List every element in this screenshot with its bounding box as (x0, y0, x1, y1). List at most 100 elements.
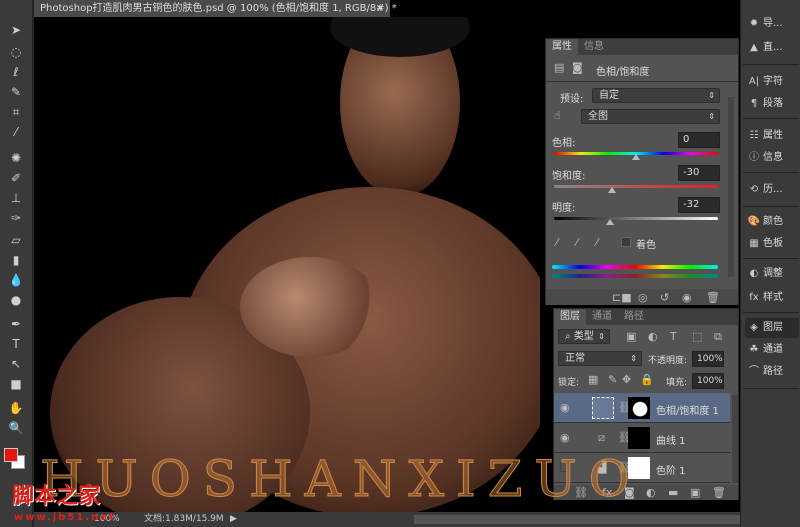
visibility-icon[interactable]: ◉ (682, 291, 692, 304)
colorize-checkbox[interactable] (621, 237, 631, 247)
filter-smart-object-icon[interactable]: ⧉ (714, 330, 722, 344)
layer-row[interactable]: ◉ ⛓ 色相/饱和度 1 (554, 393, 730, 423)
photo-muscle-man (40, 17, 540, 512)
histogram-icon: ▲ (745, 38, 763, 58)
delete-layer-icon[interactable]: 🗑 (712, 486, 726, 499)
eyedropper-subtract-icon[interactable]: ⁄ (596, 236, 598, 249)
eyedropper-tool-icon[interactable]: ⁄ (8, 124, 24, 140)
blur-tool-icon[interactable]: 💧 (8, 272, 24, 288)
horizontal-scrollbar[interactable] (414, 515, 740, 524)
layers-scrollbar[interactable] (732, 395, 738, 483)
tab-channels[interactable]: 通道 (586, 309, 618, 325)
lock-transparent-icon[interactable]: ▦ (588, 373, 598, 386)
filter-pixel-icon[interactable]: ▣ (626, 330, 636, 343)
eye-icon[interactable]: ◉ (560, 401, 570, 414)
marquee-tool-icon[interactable]: ◌ (8, 44, 24, 60)
dock-info[interactable]: ⓘ信息 (745, 148, 799, 168)
new-group-icon[interactable]: ▬ (668, 486, 678, 499)
dock-history[interactable]: ⟲历... (745, 180, 799, 200)
dock-paths[interactable]: ⌒路径 (745, 362, 799, 382)
eyedropper-add-icon[interactable]: ⁄ (576, 236, 578, 249)
fill-input[interactable]: 100% (692, 373, 724, 389)
adjustment-icon[interactable]: ▤ (554, 61, 564, 74)
healing-tool-icon[interactable]: ✺ (8, 150, 24, 166)
tab-layers[interactable]: 图层 (554, 309, 586, 325)
targeted-adjust-hand-icon[interactable]: ☝ (554, 109, 561, 122)
clip-to-layer-icon[interactable]: ⊏■ (612, 291, 632, 304)
filter-shape-icon[interactable]: ⬚ (692, 330, 702, 343)
brush-tool-icon[interactable]: ✐ (8, 170, 24, 186)
saturation-slider-thumb[interactable] (608, 187, 616, 193)
dock-adjustments[interactable]: ◐调整 (745, 264, 799, 284)
stamp-tool-icon[interactable]: ⊥ (8, 190, 24, 206)
opacity-input[interactable]: 100% (692, 351, 724, 367)
dock-swatches[interactable]: ▦色板 (745, 234, 799, 254)
new-adjustment-icon[interactable]: ◐ (646, 486, 656, 499)
dock-character[interactable]: A|字符 (745, 72, 799, 92)
dock-styles[interactable]: fx样式 (745, 288, 799, 308)
quick-select-tool-icon[interactable]: ✎ (8, 84, 24, 100)
lasso-tool-icon[interactable]: ℓ (8, 64, 24, 80)
dock-paragraph[interactable]: ¶段落 (745, 94, 799, 114)
mask-thumbnail (628, 397, 650, 419)
properties-panel: 属性信息 ▤ ◙ 色相/饱和度 预设: 自定 ☝ 全图 色相: 0 饱和度: -… (545, 38, 739, 305)
blend-mode-dropdown[interactable]: 正常 (558, 351, 642, 366)
layer-name: 曲线 1 (656, 432, 686, 447)
zoom-tool-icon[interactable]: 🔍 (8, 420, 24, 436)
saturation-input[interactable]: -30 (678, 165, 720, 181)
path-select-tool-icon[interactable]: ↖ (8, 356, 24, 372)
lightness-slider-track[interactable] (554, 217, 718, 220)
properties-icon: ☷ (745, 126, 763, 146)
history-brush-tool-icon[interactable]: ✑ (8, 210, 24, 226)
input-color-bar (552, 265, 718, 269)
reset-icon[interactable]: ↺ (660, 291, 669, 304)
dock-properties[interactable]: ☷属性 (745, 126, 799, 146)
properties-scrollbar[interactable] (728, 97, 734, 277)
foreground-color-swatch[interactable] (4, 448, 18, 462)
tab-properties[interactable]: 属性 (546, 39, 578, 55)
status-bar: 100% 文档:1.83M/15.9M ▶ (34, 512, 740, 527)
layer-name: 色阶 1 (656, 462, 686, 477)
document-tab[interactable]: Photoshop打造肌肉男古铜色的肤色.psd @ 100% (色相/饱和度 … (34, 0, 390, 17)
mask-icon[interactable]: ◙ (572, 61, 583, 74)
eye-icon[interactable]: ◉ (560, 431, 570, 444)
filter-adjustment-icon[interactable]: ◐ (648, 330, 658, 343)
delete-icon[interactable]: 🗑 (706, 291, 720, 304)
saturation-slider-track[interactable] (554, 185, 718, 188)
lock-image-icon[interactable]: ✎ (608, 373, 617, 386)
eraser-tool-icon[interactable]: ▱ (8, 232, 24, 248)
lock-all-icon[interactable]: 🔒 (640, 373, 654, 386)
dock-histogram[interactable]: ▲直... (745, 38, 799, 58)
layer-filter-dropdown[interactable]: ⌕ 类型 (558, 329, 610, 344)
type-tool-icon[interactable]: T (8, 336, 24, 352)
hand-tool-icon[interactable]: ✋ (8, 400, 24, 416)
dock-navigator[interactable]: ✹导... (745, 14, 799, 34)
status-menu-arrow-icon[interactable]: ▶ (230, 512, 237, 527)
crop-tool-icon[interactable]: ⌗ (8, 104, 24, 120)
dock-channels[interactable]: ☘通道 (745, 340, 799, 360)
hue-input[interactable]: 0 (678, 132, 720, 148)
view-previous-icon[interactable]: ◎ (638, 291, 648, 304)
lightness-input[interactable]: -32 (678, 197, 720, 213)
lightness-slider-thumb[interactable] (606, 219, 614, 225)
layer-row[interactable]: ◉ ⧄ ⛓ 曲线 1 (554, 423, 730, 453)
move-tool-icon[interactable]: ➤ (8, 22, 24, 38)
dock-color[interactable]: 🎨颜色 (745, 212, 799, 232)
channel-dropdown[interactable]: 全图 (581, 109, 720, 124)
hue-slider-thumb[interactable] (632, 154, 640, 160)
lock-position-icon[interactable]: ✥ (622, 373, 631, 386)
dodge-tool-icon[interactable]: ● (8, 292, 24, 308)
dock-layers[interactable]: ◈图层 (745, 318, 799, 338)
lock-label: 锁定: (558, 375, 579, 388)
new-layer-icon[interactable]: ▣ (690, 486, 700, 499)
eyedropper-icon[interactable]: ⁄ (556, 236, 558, 249)
tab-paths[interactable]: 路径 (618, 309, 650, 325)
shape-tool-icon[interactable]: ■ (8, 376, 24, 392)
pen-tool-icon[interactable]: ✒ (8, 316, 24, 332)
curves-icon: ⧄ (598, 431, 605, 445)
gradient-tool-icon[interactable]: ▮ (8, 252, 24, 268)
tab-info[interactable]: 信息 (578, 39, 610, 55)
close-tab-icon[interactable]: × (376, 0, 384, 17)
preset-dropdown[interactable]: 自定 (592, 88, 720, 103)
filter-type-icon[interactable]: T (670, 330, 677, 343)
